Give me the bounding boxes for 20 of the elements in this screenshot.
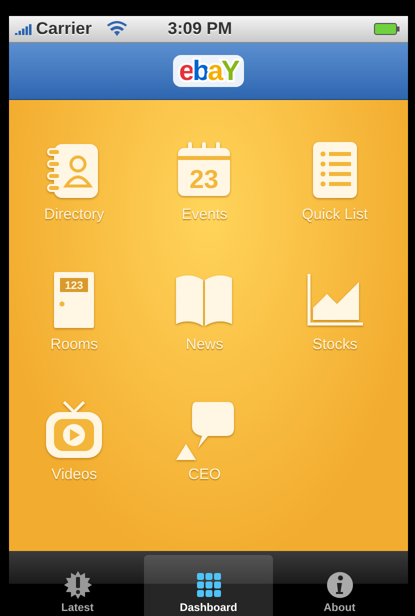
calendar-date: 23 (190, 164, 219, 194)
tab-bar-item[interactable]: Latest (13, 555, 142, 616)
battery-icon (374, 23, 400, 35)
room-number: 123 (64, 280, 84, 292)
alert-badge-icon (62, 570, 92, 600)
signal-icon (15, 23, 33, 35)
tab-bar-item[interactable]: About (275, 555, 404, 616)
dashboard-tile[interactable]: Quick List (270, 138, 400, 268)
tab-bar-item[interactable]: Dashboard (144, 555, 273, 616)
info-icon (324, 570, 354, 600)
dashboard-tile[interactable]: CEO (139, 398, 270, 528)
dashboard-tile[interactable]: News (139, 268, 270, 398)
dashboard-tile[interactable]: Videos (9, 398, 140, 528)
dashboard-tile[interactable]: 23 Events (139, 138, 270, 268)
dashboard-tile[interactable]: Stocks (270, 268, 400, 398)
clock-time: 3:09 PM (168, 19, 232, 39)
dashboard-tile[interactable]: Directory (9, 138, 140, 268)
dashboard-tile[interactable]: 123 Rooms (9, 268, 140, 398)
carrier-name: Carrier (36, 19, 92, 39)
wifi-icon (106, 21, 128, 37)
